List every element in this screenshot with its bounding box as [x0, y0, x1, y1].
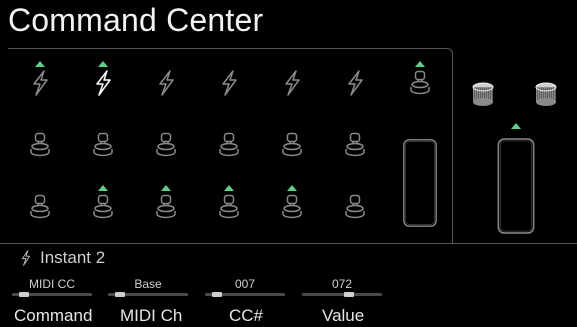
- active-indicator: [161, 185, 171, 191]
- footswitch-icon[interactable]: [279, 131, 305, 159]
- bolt-icon[interactable]: [153, 69, 179, 97]
- parameter-slider[interactable]: [12, 292, 92, 297]
- bolt-icon[interactable]: [90, 69, 116, 97]
- parameter-knob[interactable]: Base: [108, 277, 188, 297]
- footswitch-icon[interactable]: [279, 193, 305, 221]
- parameter-value: MIDI CC: [29, 277, 75, 291]
- active-indicator: [415, 61, 425, 67]
- active-indicator: [35, 61, 45, 67]
- active-indicator: [98, 61, 108, 67]
- knob-icon[interactable]: [470, 80, 496, 108]
- bolt-icon[interactable]: [279, 69, 305, 97]
- parameter-label: Command: [14, 306, 93, 325]
- active-indicator: [511, 123, 521, 129]
- active-indicator: [98, 185, 108, 191]
- footswitch-icon[interactable]: [90, 131, 116, 159]
- bolt-icon[interactable]: [216, 69, 242, 97]
- slider-thumb[interactable]: [344, 292, 354, 297]
- footswitch-icon[interactable]: [27, 131, 53, 159]
- bolt-icon[interactable]: [342, 69, 368, 97]
- bolt-icon: [18, 248, 34, 268]
- footswitch-icon[interactable]: [342, 193, 368, 221]
- expression-pedal-icon[interactable]: [398, 138, 442, 228]
- footswitch-icon[interactable]: [90, 193, 116, 221]
- parameter-knob[interactable]: 007: [205, 277, 285, 297]
- parameter-label: CC#: [229, 306, 264, 325]
- status-row: Instant 2: [18, 248, 105, 268]
- parameter-label: Value: [322, 306, 365, 325]
- slider-thumb[interactable]: [115, 292, 125, 297]
- parameter-slider[interactable]: [302, 292, 382, 297]
- bolt-icon[interactable]: [27, 69, 53, 97]
- footswitch-icon[interactable]: [216, 193, 242, 221]
- footswitch-icon[interactable]: [216, 131, 242, 159]
- selected-controller-name: Instant 2: [40, 248, 106, 267]
- page-title: Command Center: [8, 2, 264, 38]
- footswitch-icon[interactable]: [153, 193, 179, 221]
- knob-icon[interactable]: [533, 80, 559, 108]
- parameter-knob[interactable]: MIDI CC: [12, 277, 92, 297]
- parameter-label: MIDI Ch: [120, 306, 183, 325]
- footswitch-icon[interactable]: [27, 193, 53, 221]
- footswitch-icon[interactable]: [407, 69, 433, 97]
- parameter-value: 072: [331, 277, 353, 291]
- divider: [452, 243, 577, 244]
- active-indicator: [287, 185, 297, 191]
- parameter-value: 007: [234, 277, 256, 291]
- parameter-slider[interactable]: [108, 292, 188, 297]
- parameter-slider[interactable]: [205, 292, 285, 297]
- active-indicator: [224, 185, 234, 191]
- divider: [0, 243, 452, 244]
- footswitch-icon[interactable]: [153, 131, 179, 159]
- parameter-knob[interactable]: 072: [302, 277, 382, 297]
- parameter-value: Base: [134, 277, 162, 291]
- footswitch-icon[interactable]: [342, 131, 368, 159]
- slider-thumb[interactable]: [212, 292, 222, 297]
- slider-thumb[interactable]: [19, 292, 29, 297]
- expression-pedal-icon[interactable]: [494, 137, 538, 235]
